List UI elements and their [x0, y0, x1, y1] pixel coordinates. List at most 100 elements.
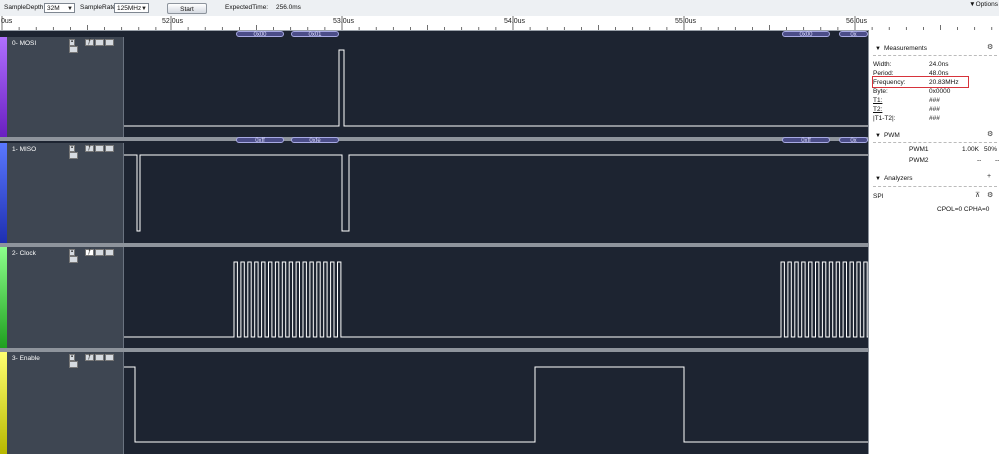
analyzer-name: SPI — [873, 193, 884, 200]
channel-trigger-icons: ▪ ƒ — [69, 145, 123, 159]
collapse-triangle-icon: ▼ — [875, 133, 881, 139]
sample-depth-label: SampleDepth — [4, 4, 44, 11]
pwm-freq: -- — [977, 157, 982, 164]
divider — [873, 142, 997, 143]
trigger-settings-icon[interactable]: ▪ — [69, 354, 75, 361]
trigger-edge-icon[interactable]: ƒ — [85, 39, 94, 46]
divider — [873, 186, 997, 187]
decode-label[interactable]: 0x00 — [236, 31, 284, 38]
channel-miso: 1- MISO ▪ ƒ — [0, 143, 868, 243]
trigger-settings-icon[interactable]: ▪ — [69, 145, 75, 152]
trigger-none-icon[interactable] — [69, 46, 78, 53]
measurement-row: Width: 24.0ns — [873, 61, 993, 69]
channel-color-bar — [0, 37, 7, 137]
options-menu[interactable]: ▼Options — [969, 1, 998, 8]
decode-label[interactable]: 0xfe — [291, 137, 339, 144]
waveform-miso[interactable] — [124, 143, 868, 243]
decode-label[interactable]: 0xff — [236, 137, 284, 144]
sample-depth-select[interactable]: 32M ▼ — [44, 3, 75, 13]
measurement-key[interactable]: T1: — [873, 97, 882, 104]
channel-trigger-icons: ▪ ƒ — [69, 249, 123, 263]
side-panel: ▼ Measurements ⚙ Width: 24.0ns Period: 48.0… — [868, 30, 999, 454]
trigger-edge-icon[interactable]: ƒ — [85, 354, 94, 361]
channel-name: 0- MOSI — [12, 40, 37, 47]
waveform-trace — [124, 154, 868, 232]
trigger-edge-icon[interactable]: ƒ — [85, 145, 94, 152]
trigger-high-icon[interactable] — [105, 39, 114, 46]
measurements-settings-icon[interactable]: ⚙ — [987, 43, 993, 51]
channel-name: 3- Enable — [12, 355, 40, 362]
channel-clock: 2- Clock ▪ ƒ — [0, 247, 868, 348]
time-ruler[interactable]: 0us 52.0us 53.0us 54.0us 55.0us 56.0us — [0, 16, 999, 31]
analyzer-detail: CPOL=0 CPHA=0 — [873, 206, 993, 214]
start-button[interactable]: Start — [167, 3, 207, 14]
waveform-enable[interactable] — [124, 352, 868, 454]
channel-trigger-icons: ▪ ƒ — [69, 354, 123, 368]
trigger-low-icon[interactable] — [95, 145, 104, 152]
frequency-highlight-box — [872, 76, 969, 88]
channel-color-bar — [0, 143, 7, 243]
measurement-key[interactable]: T2: — [873, 106, 882, 113]
trigger-none-icon[interactable] — [69, 361, 78, 368]
trigger-high-icon[interactable] — [105, 145, 114, 152]
channel-color-bar — [0, 352, 7, 454]
sample-depth-value: 32M — [47, 5, 60, 12]
channel-name: 2- Clock — [12, 250, 36, 257]
trigger-settings-icon[interactable]: ▪ — [69, 39, 75, 46]
channel-enable: 3- Enable ▪ ƒ — [0, 352, 868, 454]
trigger-settings-icon[interactable]: ▪ — [69, 249, 75, 256]
analyzers-header[interactable]: ▼ Analyzers — [875, 175, 913, 182]
channel-trigger-icons: ▪ ƒ — [69, 39, 123, 53]
measurements-header[interactable]: ▼ Measurements — [875, 45, 927, 52]
analyzer-settings-icon[interactable]: ⚙ — [987, 191, 993, 199]
channel-mosi: 0- MOSI ▪ ƒ — [0, 37, 868, 137]
ruler-label: 53.0us — [333, 18, 355, 25]
channel-color-bar — [0, 247, 7, 348]
pwm-settings-icon[interactable]: ⚙ — [987, 130, 993, 138]
waveform-trace — [124, 261, 868, 338]
measurement-value: 24.0ns — [929, 61, 949, 68]
trigger-high-icon[interactable] — [105, 354, 114, 361]
chevron-down-icon: ▼ — [141, 6, 147, 12]
trigger-edge-icon[interactable]: ƒ — [85, 249, 94, 256]
channel-header[interactable]: 1- MISO ▪ ƒ — [7, 143, 124, 243]
waveform-mosi[interactable] — [124, 37, 868, 137]
trigger-none-icon[interactable] — [69, 256, 78, 263]
decode-label[interactable]: 0x01 — [291, 31, 339, 38]
waveform-trace — [124, 49, 868, 127]
pwm-duty: -- — [995, 157, 999, 164]
pwm-header[interactable]: ▼ PWM — [875, 132, 900, 139]
measurement-key: |T1-T2|: — [873, 115, 896, 122]
measurement-row: T2: ### — [873, 106, 993, 114]
channel-header[interactable]: 0- MOSI ▪ ƒ — [7, 37, 124, 137]
measurement-value: ### — [929, 97, 940, 104]
options-label: Options — [975, 1, 998, 8]
measurement-row: |T1-T2|: ### — [873, 115, 993, 123]
collapse-triangle-icon: ▼ — [875, 176, 881, 182]
add-analyzer-icon[interactable]: + — [987, 173, 991, 180]
measurement-key: Byte: — [873, 88, 888, 95]
trigger-none-icon[interactable] — [69, 152, 78, 159]
trigger-high-icon[interactable] — [105, 249, 114, 256]
trigger-low-icon[interactable] — [95, 249, 104, 256]
measurement-value: ### — [929, 115, 940, 122]
decode-label[interactable]: 0x — [839, 31, 868, 38]
decode-label[interactable]: 0x — [839, 137, 868, 144]
trigger-low-icon[interactable] — [95, 39, 104, 46]
measurement-row: Byte: 0x0000 — [873, 88, 993, 96]
waveform-clock[interactable] — [124, 247, 868, 348]
decode-label[interactable]: 0xff — [782, 137, 830, 144]
sample-rate-label: SampleRate — [80, 4, 116, 11]
channel-name: 1- MISO — [12, 146, 37, 153]
ruler-label: 56.0us — [846, 18, 868, 25]
toolbar: SampleDepth 32M ▼ SampleRate 125MHz ▼ Star… — [0, 0, 999, 17]
channel-header[interactable]: 2- Clock ▪ ƒ — [7, 247, 124, 348]
analyzer-filter-icon[interactable]: ⊼ — [975, 191, 980, 199]
channel-header[interactable]: 3- Enable ▪ ƒ — [7, 352, 124, 454]
trigger-low-icon[interactable] — [95, 354, 104, 361]
decode-label[interactable]: 0x00 — [782, 31, 830, 38]
expected-time-value: 256.0ms — [276, 4, 301, 11]
sample-rate-select[interactable]: 125MHz ▼ — [114, 3, 149, 13]
ruler-label: 0us — [1, 18, 13, 25]
collapse-triangle-icon: ▼ — [875, 46, 881, 52]
